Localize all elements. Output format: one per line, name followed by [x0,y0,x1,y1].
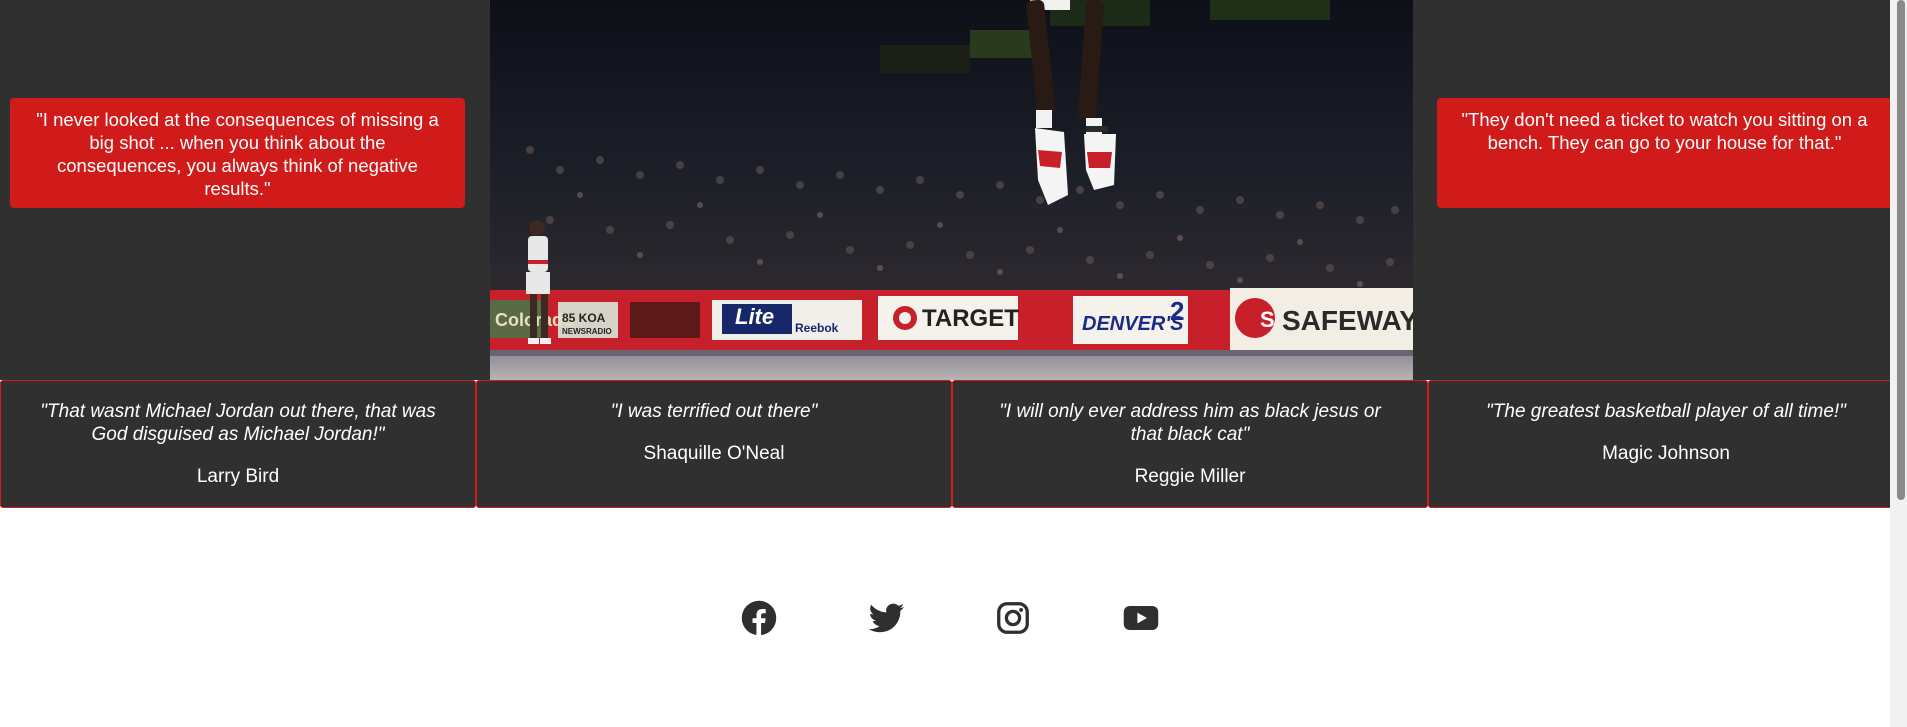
svg-text:Reebok: Reebok [795,321,839,335]
hero-section: "I never looked at the consequences of m… [0,0,1892,380]
svg-text:85 KOA: 85 KOA [562,311,606,325]
testimonial-author: Magic Johnson [1602,443,1730,464]
social-links [0,600,1907,640]
testimonial-author: Shaquille O'Neal [643,443,785,464]
page: "I never looked at the consequences of m… [0,0,1904,727]
testimonial-card: "That wasnt Michael Jordan out there, th… [0,380,476,508]
svg-text:NEWSRADIO: NEWSRADIO [562,327,612,336]
svg-text:Lite: Lite [735,304,774,329]
testimonial-card: "The greatest basketball player of all t… [1428,380,1904,508]
testimonials-row: "That wasnt Michael Jordan out there, th… [0,380,1904,508]
page-scrollbar[interactable] [1890,0,1907,727]
facebook-icon[interactable] [741,600,777,636]
testimonial-author: Reggie Miller [1134,466,1246,487]
svg-text:S: S [1260,307,1275,332]
svg-text:DENVER'S: DENVER'S [1082,313,1184,335]
hero-quote-right: "They don't need a ticket to watch you s… [1437,98,1892,208]
svg-text:TARGET: TARGET [922,305,1019,332]
hero-quote-left: "I never looked at the consequences of m… [10,98,465,208]
testimonial-quote: "I will only ever address him as black j… [999,401,1381,445]
testimonial-card: "I was terrified out there" Shaquille O'… [476,380,952,508]
twitter-icon[interactable] [868,600,905,636]
svg-text:2: 2 [1170,296,1184,326]
svg-text:SAFEWAY: SAFEWAY [1282,305,1413,336]
instagram-icon[interactable] [995,600,1031,636]
testimonial-quote: "The greatest basketball player of all t… [1486,401,1846,422]
youtube-icon[interactable] [1123,600,1159,636]
basketball-arena-photo: Colorado 85 KOA NEWSRADIO Lite Reebok TA… [490,0,1413,380]
testimonial-card: "I will only ever address him as black j… [952,380,1428,508]
testimonial-quote: "That wasnt Michael Jordan out there, th… [40,401,436,445]
hero-photo: Colorado 85 KOA NEWSRADIO Lite Reebok TA… [490,0,1413,380]
testimonial-author: Larry Bird [196,466,280,487]
scrollbar-thumb[interactable] [1897,0,1905,500]
testimonial-quote: "I was terrified out there" [610,401,818,422]
